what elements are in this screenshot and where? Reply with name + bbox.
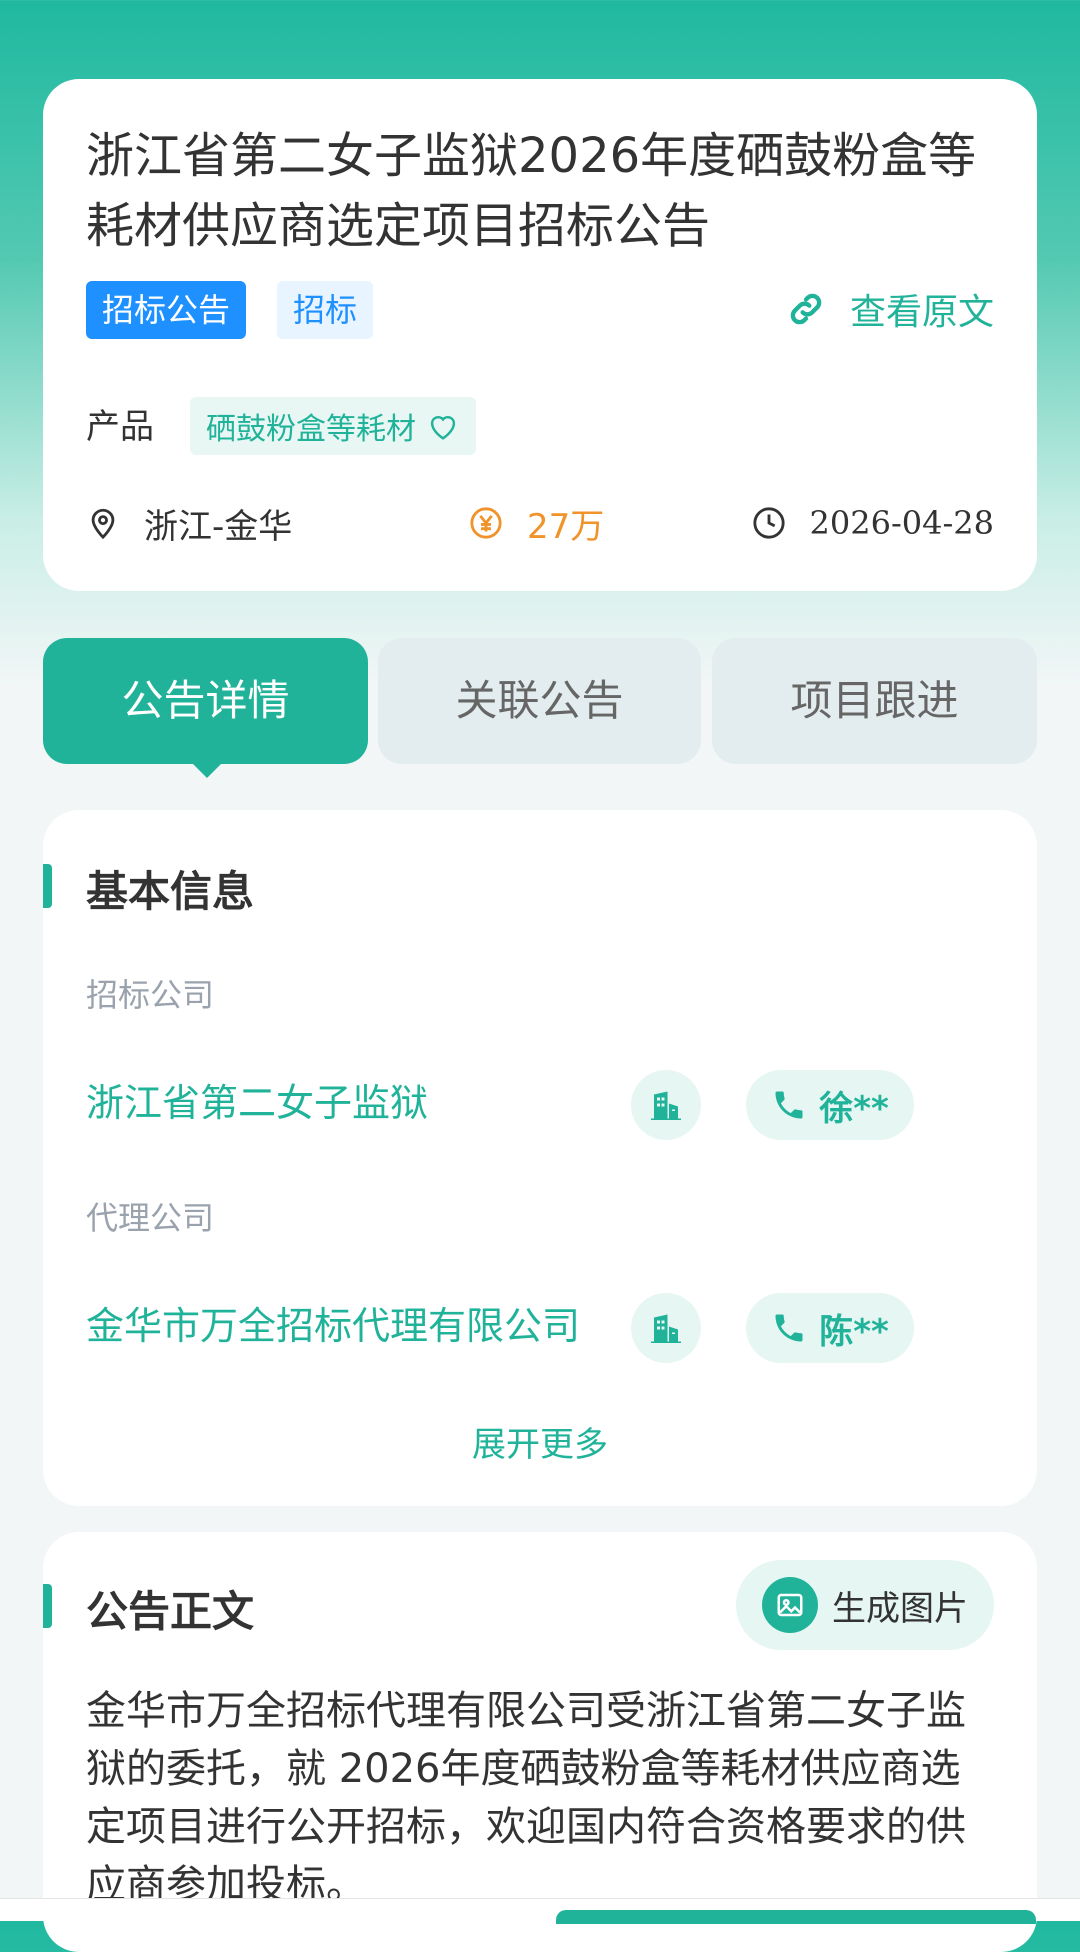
section-accent-bar [43,864,52,908]
location-text: 浙江-金华 [144,506,293,547]
image-icon-wrap [762,1577,818,1633]
tab-project-follow-up[interactable]: 项目跟进 [712,638,1037,764]
tab-related-announcements[interactable]: 关联公告 [378,638,701,764]
notice-body-text: 金华市万全招标代理有限公司受浙江省第二女子监狱的委托，就 2026年度硒鼓粉盒等… [86,1688,966,1908]
tag-bid: 招标 [277,281,374,339]
announcement-header-card: 浙江省第二女子监狱2026年度硒鼓粉盒等耗材供应商选定项目招标公告 招标公告 招… [43,79,1037,591]
tender-company-building-button[interactable] [631,1070,701,1140]
generate-image-button[interactable]: 生成图片 [736,1560,994,1650]
phone-icon [775,1314,803,1342]
tag-bid-announcement: 招标公告 [86,281,247,339]
image-icon [777,1593,803,1617]
generate-image-label: 生成图片 [832,1588,968,1629]
view-original-link[interactable]: 查看原文 [786,279,994,339]
location-icon [91,508,115,540]
building-icon [651,1091,681,1120]
product-value: 硒鼓粉盒等耗材 [206,412,416,447]
amount-meta: 27万 [469,495,604,551]
product-chip[interactable]: 硒鼓粉盒等耗材 [190,397,476,455]
view-original-label: 查看原文 [849,292,994,333]
active-tab-indicator [191,762,223,778]
tender-contact-name: 徐** [819,1088,889,1129]
tender-contact-phone-button[interactable]: 徐** [746,1070,914,1140]
building-icon [651,1314,681,1343]
phone-icon [775,1091,803,1119]
link-icon [790,293,822,325]
agent-contact-phone-button[interactable]: 陈** [746,1293,914,1363]
date-text: 2026-04-28 [809,504,995,542]
location-meta: 浙江-金华 [86,495,292,551]
product-label: 产品 [86,407,154,447]
basic-info-title: 基本信息 [86,867,255,916]
bottom-primary-button[interactable] [556,1910,1036,1924]
tender-company-name[interactable]: 浙江省第二女子监狱 [86,1072,428,1127]
notice-body-card: 公告正文 生成图片 金华市万全招标代理有限公司受浙江省第二女子监狱的委托，就 2… [43,1532,1037,1952]
amount-text: 27万 [527,506,605,547]
clock-icon [752,507,785,539]
expand-more-button[interactable]: 展开更多 [43,1417,1037,1466]
tab-announcement-detail[interactable]: 公告详情 [43,638,368,764]
notice-body-title: 公告正文 [86,1587,255,1636]
agent-contact-name: 陈** [819,1311,889,1352]
yuan-icon [470,507,502,539]
agent-company-name[interactable]: 金华市万全招标代理有限公司 [86,1295,580,1350]
tender-company-label: 招标公司 [86,976,215,1014]
agent-company-label: 代理公司 [86,1199,215,1237]
date-meta: 2026-04-28 [752,495,995,551]
basic-info-card: 基本信息 招标公司 浙江省第二女子监狱 徐** 代理公司 金华市万全招标代理有限… [43,810,1037,1506]
section-accent-bar [43,1584,52,1628]
agent-company-building-button[interactable] [631,1293,701,1363]
announcement-title: 浙江省第二女子监狱2026年度硒鼓粉盒等耗材供应商选定项目招标公告 [86,128,977,254]
heart-icon[interactable] [426,411,460,441]
